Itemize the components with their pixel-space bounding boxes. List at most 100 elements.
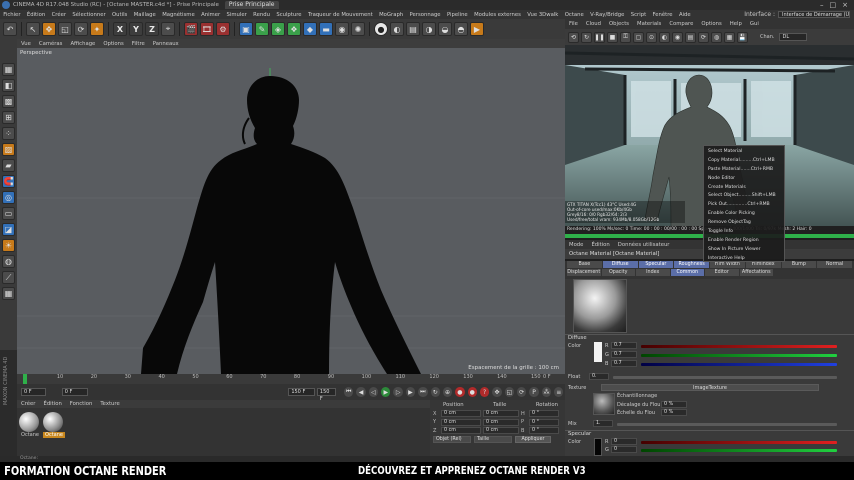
- move-key-icon[interactable]: ✥: [492, 387, 502, 397]
- undo-icon[interactable]: ↶: [3, 22, 17, 36]
- position-x-field[interactable]: 0 cm: [441, 410, 481, 417]
- object-mode-dropdown[interactable]: Objet (Rel): [433, 436, 471, 443]
- apply-button[interactable]: Appliquer: [515, 436, 551, 443]
- menu-modules[interactable]: Modules externes: [474, 12, 521, 18]
- menu-pipeline[interactable]: Pipeline: [447, 12, 468, 18]
- menu-personnage[interactable]: Personnage: [410, 12, 441, 18]
- specular-r-field[interactable]: 0: [611, 438, 637, 445]
- blur-offset-field[interactable]: 0 %: [661, 401, 687, 408]
- pause-render-icon[interactable]: ❚❚: [594, 31, 605, 43]
- octane-light-icon[interactable]: ◒: [438, 22, 452, 36]
- render-settings-icon[interactable]: ⚙: [216, 22, 230, 36]
- subdivision-icon[interactable]: ◈: [271, 22, 285, 36]
- rotation-b-field[interactable]: 0 °: [529, 427, 559, 434]
- workplane-icon[interactable]: ◎: [2, 191, 15, 204]
- menu-vray[interactable]: V-Ray/Bridge: [590, 12, 624, 18]
- menu-creer[interactable]: Créer: [52, 12, 66, 18]
- current-frame-field[interactable]: 0 F: [61, 388, 89, 396]
- specular-g-slider[interactable]: [641, 449, 837, 452]
- context-menu-item[interactable]: Enable Color Picking: [704, 210, 784, 219]
- knife-icon[interactable]: ⟋: [2, 271, 15, 284]
- size-mode-dropdown[interactable]: Taille: [474, 436, 512, 443]
- menu-aide[interactable]: Aide: [679, 12, 691, 18]
- restart-render-icon[interactable]: ↻: [581, 31, 592, 43]
- context-menu-item[interactable]: Select Object.........Shift+LMB: [704, 192, 784, 201]
- end-frame-field[interactable]: 150 F: [288, 388, 315, 396]
- timeline-menu-icon[interactable]: ≡: [554, 387, 564, 397]
- material-menu-texture[interactable]: Texture: [100, 401, 119, 407]
- timeline-playhead[interactable]: [23, 374, 27, 384]
- channel-dropdown[interactable]: DL: [779, 33, 808, 41]
- menu-sculpture[interactable]: Sculpture: [276, 12, 301, 18]
- octane-menu-gui[interactable]: Gui: [750, 21, 759, 27]
- context-menu-item[interactable]: Copy Material.........Ctrl+LMB: [704, 157, 784, 166]
- spline-pen-icon[interactable]: ✎: [255, 22, 269, 36]
- focus-picker-icon[interactable]: ⊙: [646, 31, 657, 43]
- menu-octane[interactable]: Octane: [565, 12, 584, 18]
- texture-mode-icon[interactable]: ▩: [2, 95, 15, 108]
- grid-icon[interactable]: ▦: [2, 287, 15, 300]
- rotation-p-field[interactable]: 0 °: [529, 418, 559, 426]
- specular-r-slider[interactable]: [641, 441, 837, 444]
- clay-mode-icon[interactable]: ◍: [711, 31, 722, 43]
- menu-mograph[interactable]: MoGraph: [379, 12, 403, 18]
- x-axis-lock-button[interactable]: X: [113, 22, 127, 36]
- menu-vue3d[interactable]: Vue 3Dwalk: [527, 12, 558, 18]
- material-picker-icon[interactable]: ◉: [672, 31, 683, 43]
- go-to-start-icon[interactable]: ⏮: [344, 387, 354, 397]
- specular-g-field[interactable]: 0: [611, 446, 637, 453]
- context-menu-item[interactable]: Paste Material.......Ctrl+RMB: [704, 166, 784, 175]
- blur-scale-field[interactable]: 0 %: [661, 409, 687, 416]
- octane-camera-icon[interactable]: ▤: [406, 22, 420, 36]
- size-y-field[interactable]: 0 cm: [483, 418, 519, 426]
- octane-settings-icon[interactable]: ◐: [390, 22, 404, 36]
- play-icon[interactable]: ▶: [381, 387, 391, 397]
- tab-diffuse[interactable]: Diffuse: [602, 261, 638, 268]
- material-slot[interactable]: Octane: [43, 412, 65, 438]
- image-texture-button[interactable]: ImageTexture: [601, 384, 819, 391]
- scale-key-icon[interactable]: ◱: [504, 387, 515, 397]
- material-menu-fonction[interactable]: Fonction: [70, 401, 93, 407]
- menu-rendu[interactable]: Rendu: [253, 12, 270, 18]
- tab-index[interactable]: Index: [636, 269, 670, 276]
- lock-icon[interactable]: ⚿: [620, 31, 631, 43]
- viewport-menu-affichage[interactable]: Affichage: [70, 41, 95, 47]
- points-mode-icon[interactable]: ⁘: [2, 127, 15, 140]
- position-y-field[interactable]: 0 cm: [441, 418, 481, 426]
- render-picture-viewer-icon[interactable]: 🎞: [200, 22, 214, 36]
- start-frame-field[interactable]: 0 F: [21, 388, 46, 396]
- snap-icon[interactable]: 🧲: [2, 175, 15, 188]
- polygons-mode-icon[interactable]: ▰: [2, 159, 15, 172]
- diffuse-mix-slider[interactable]: [617, 423, 837, 426]
- deformer-icon[interactable]: ◆: [303, 22, 317, 36]
- octane-menu-compare[interactable]: Compare: [669, 21, 693, 27]
- diffuse-g-slider[interactable]: [641, 354, 837, 357]
- planar-workplane-icon[interactable]: ◪: [2, 223, 15, 236]
- param-key-icon[interactable]: P: [529, 387, 539, 397]
- maximize-button[interactable]: □: [830, 1, 837, 9]
- attr-menu-userdata[interactable]: Données utilisateur: [618, 242, 670, 248]
- diffuse-r-field[interactable]: 0.7: [611, 342, 637, 349]
- stop-render-icon[interactable]: ■: [607, 31, 618, 43]
- tab-common[interactable]: Common: [670, 269, 704, 276]
- tab-normal[interactable]: Normal: [817, 261, 852, 268]
- camera-sync-icon[interactable]: ⟳: [698, 31, 709, 43]
- move-tool-icon[interactable]: ✥: [42, 22, 56, 36]
- size-z-field[interactable]: 0 cm: [483, 427, 519, 434]
- prev-key-icon[interactable]: ◀: [356, 387, 366, 397]
- size-x-field[interactable]: 0 cm: [483, 410, 519, 417]
- next-key-icon[interactable]: ▶: [405, 387, 416, 397]
- context-menu-item[interactable]: Select Material: [704, 148, 784, 157]
- axis-mode-icon[interactable]: ⊞: [2, 111, 15, 124]
- rotate-key-icon[interactable]: ⟳: [517, 387, 527, 397]
- go-to-end-icon[interactable]: ⏭: [418, 387, 428, 397]
- key-select-icon[interactable]: ⊕: [442, 387, 453, 397]
- scale-tool-icon[interactable]: ◱: [58, 22, 72, 36]
- context-menu-item[interactable]: Show In Picture Viewer: [704, 246, 784, 255]
- diffuse-float-slider[interactable]: [613, 376, 837, 379]
- cube-icon[interactable]: ▣: [239, 22, 253, 36]
- material-menu-creer[interactable]: Créer: [21, 401, 35, 407]
- locked-workplane-icon[interactable]: ▭: [2, 207, 15, 220]
- paint-icon[interactable]: ◍: [2, 255, 15, 268]
- object-picker-icon[interactable]: ▤: [685, 31, 696, 43]
